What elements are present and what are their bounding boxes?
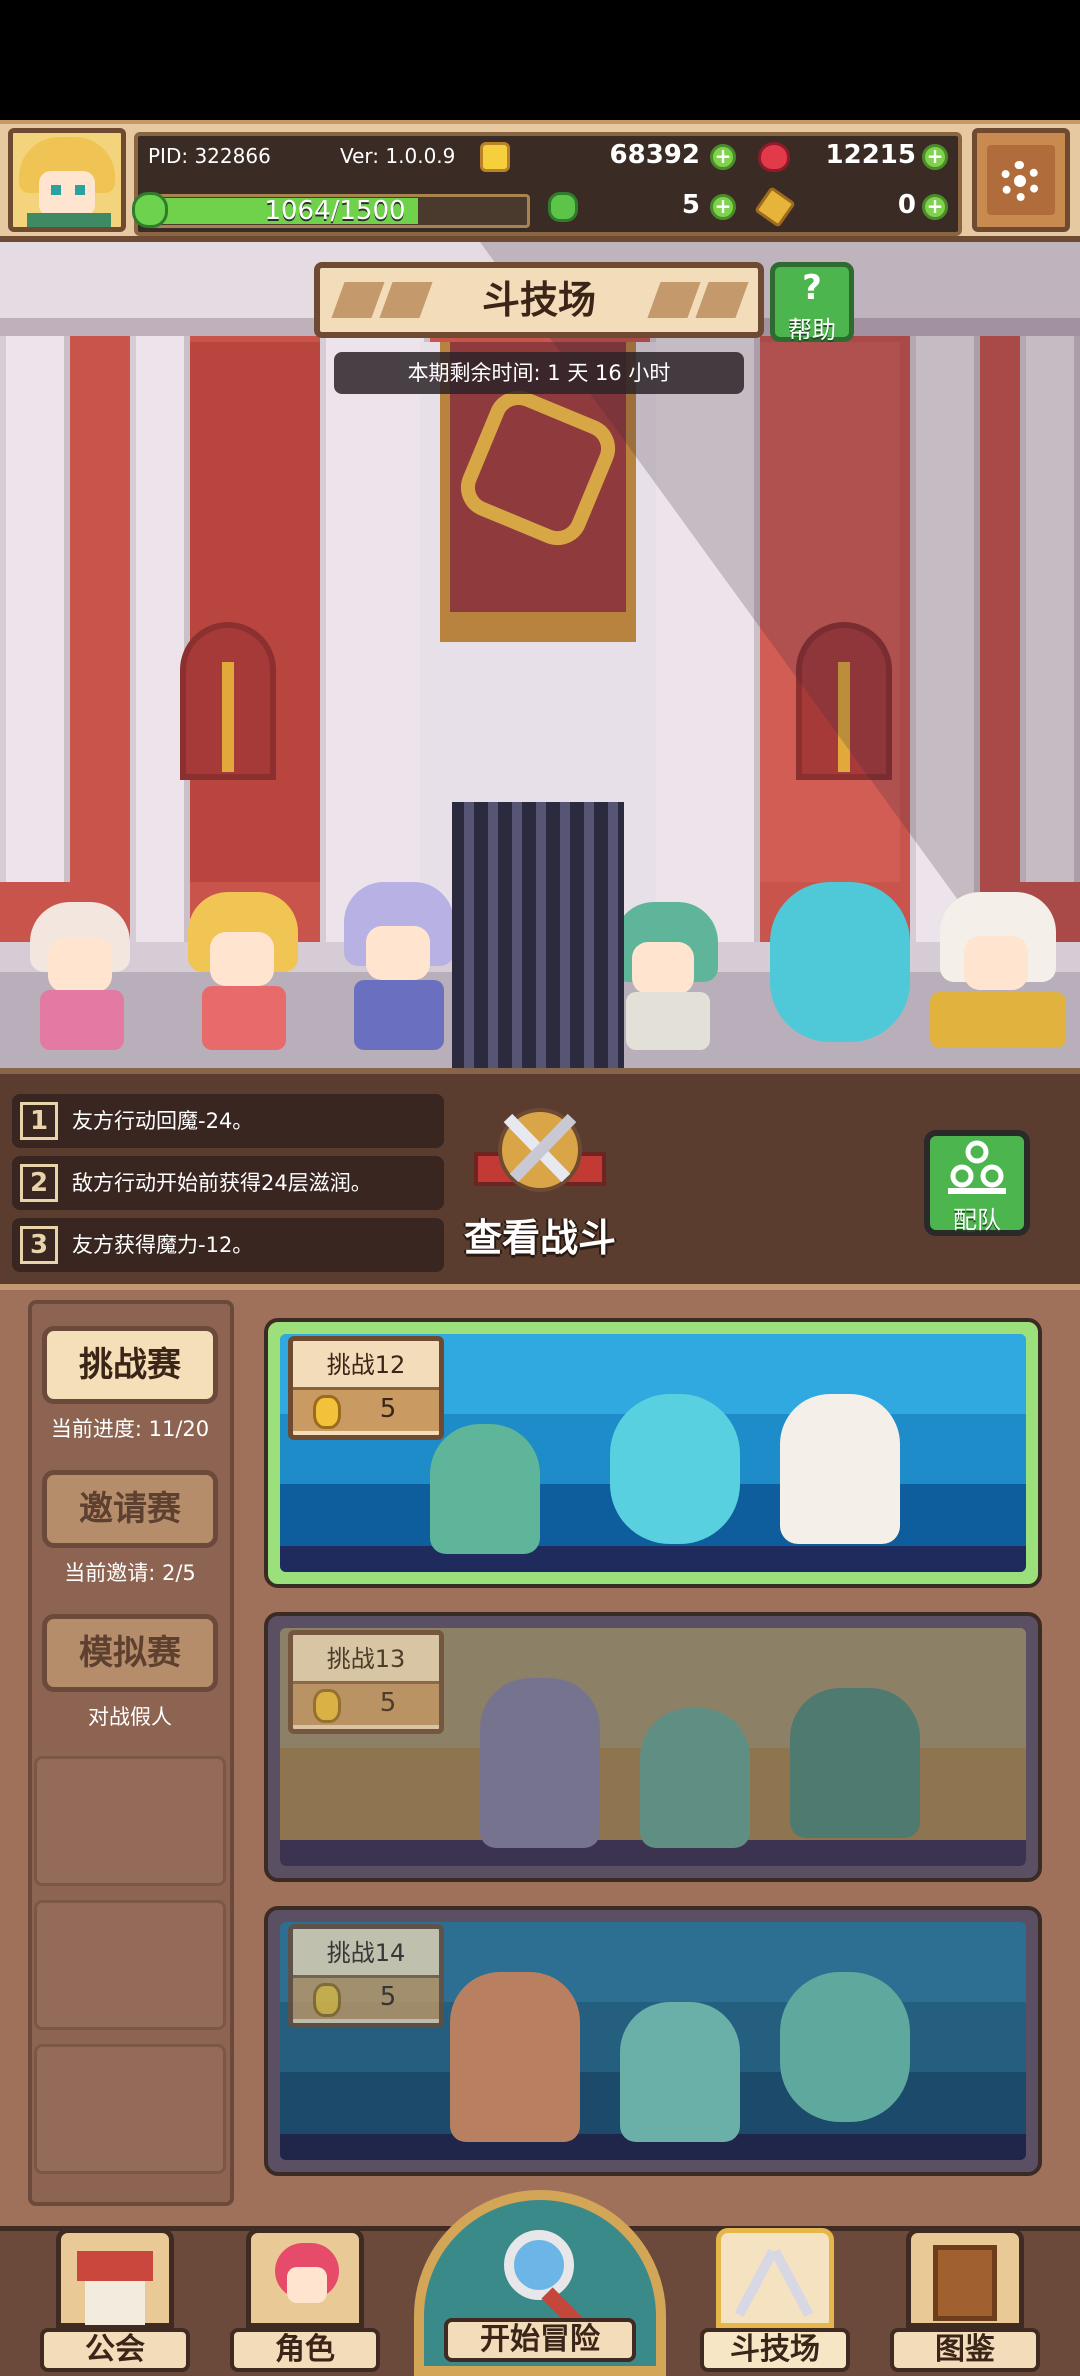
effect-text: 敌方行动开始前获得24层滋润。 [72,1171,372,1195]
effect-row-2: 2 敌方行动开始前获得24层滋润。 [12,1156,444,1210]
ruby-icon [758,142,790,172]
character-icon [246,2228,364,2328]
nav-guild[interactable]: 公会 [30,2226,200,2376]
challenge-mode-button[interactable]: 挑战赛 [42,1326,218,1404]
gear-icon [1000,161,1040,201]
nav-codex[interactable]: 图鉴 [880,2226,1050,2376]
codex-book-icon [906,2228,1024,2328]
team-icon [948,1140,1006,1194]
gold-gem-icon [313,1689,341,1723]
enemy-hero-2 [620,2002,740,2142]
enemy-hero-1 [450,1972,580,2142]
mock-description: 对战假人 [88,1705,172,1729]
challenge-badge: 挑战14 5 [288,1924,444,2028]
challenge-badge: 挑战13 5 [288,1630,444,1734]
enemy-hero-3 [780,1394,900,1544]
guild-hall-icon [56,2228,174,2328]
arena-swords-icon [716,2228,834,2328]
challenge-card-12[interactable]: 挑战12 5 [264,1318,1042,1588]
game-version: Ver: 1.0.0.9 [340,144,456,168]
effect-number: 3 [20,1226,58,1264]
gold-count: 68392 [609,140,700,170]
enemy-hero-3 [930,892,1070,1052]
nav-arena-label: 斗技场 [700,2328,850,2372]
gold-gem-icon [313,1395,341,1429]
page-title: 斗技场 [481,278,596,322]
effect-text: 友方行动回魔-24。 [72,1109,254,1133]
empty-mode-slot [34,2044,226,2174]
stamina-clover-icon [132,192,168,228]
coin-icon [480,142,510,172]
ally-hero-2 [180,892,310,1052]
enemy-hero-3 [780,1972,910,2122]
help-label: 帮助 [788,316,836,344]
magnifier-icon [504,2230,574,2300]
clover-icon [548,192,578,222]
enemy-hero-2 [640,1708,750,1848]
arena-gate [452,802,624,1068]
nav-character[interactable]: 角色 [220,2226,390,2376]
challenge-progress: 当前进度: 11/20 [50,1417,210,1441]
player-avatar[interactable] [8,128,126,232]
ally-hero-1 [20,902,150,1052]
team-setup-label: 配队 [953,1206,1001,1234]
effect-text: 友方获得魔力-12。 [72,1233,254,1257]
challenge-badge: 挑战12 5 [288,1336,444,1440]
effect-number: 2 [20,1164,58,1202]
add-key-plus-icon[interactable]: + [922,194,948,220]
gold-gem-icon [313,1983,341,2017]
challenge-title: 挑战14 [326,1939,406,1967]
settings-button[interactable] [972,128,1070,232]
season-timer-text: 本期剩余时间: 1 天 16 小时 [407,361,671,385]
enemy-hero-2 [770,882,910,1042]
nav-adventure-label: 开始冒险 [444,2318,636,2362]
challenge-card-13[interactable]: 挑战13 5 [264,1612,1042,1882]
crossed-swords-icon [474,1108,606,1192]
gem-count: 12215 [825,140,916,170]
challenge-cost: 5 [379,1394,397,1424]
challenge-cost: 5 [379,1688,397,1718]
effect-row-1: 1 友方行动回魔-24。 [12,1094,444,1148]
add-clover-plus-icon[interactable]: + [710,194,736,220]
enemy-hero-1 [480,1678,600,1848]
key-count: 0 [897,190,916,220]
effect-row-3: 3 友方获得魔力-12。 [12,1218,444,1272]
challenge-cost: 5 [379,1982,397,2012]
challenge-card-14[interactable]: 挑战14 5 [264,1906,1042,2176]
add-gem-plus-icon[interactable]: + [922,144,948,170]
effect-number: 1 [20,1102,58,1140]
mock-mode-button[interactable]: 模拟赛 [42,1614,218,1692]
enemy-hero-2 [610,1394,740,1544]
challenge-title: 挑战12 [326,1351,406,1379]
challenge-title: 挑战13 [326,1645,406,1673]
empty-mode-slot [34,1756,226,1886]
status-bar [0,0,1080,120]
nav-arena[interactable]: 斗技场 [690,2226,860,2376]
empty-mode-slot [34,1900,226,2030]
stamina-value: 1064/1500 [264,196,406,226]
view-battle-label: 查看战斗 [463,1216,616,1260]
nav-character-label: 角色 [230,2328,380,2372]
clover-count: 5 [681,190,700,220]
invite-mode-button[interactable]: 邀请赛 [42,1470,218,1548]
enemy-hero-3 [790,1688,920,1838]
nav-codex-label: 图鉴 [890,2328,1040,2372]
add-gold-plus-icon[interactable]: + [710,144,736,170]
nav-guild-label: 公会 [40,2328,190,2372]
invite-progress: 当前邀请: 2/5 [64,1561,196,1585]
enemy-hero-1 [430,1424,540,1554]
question-mark-icon: ? [802,268,822,308]
player-id: PID: 322866 [148,144,271,168]
